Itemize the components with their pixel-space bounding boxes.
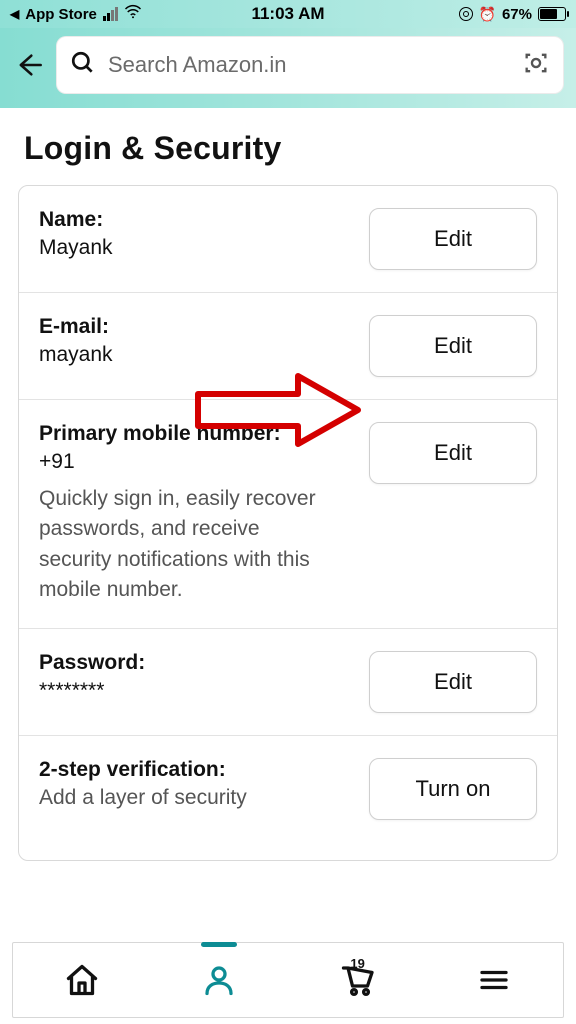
email-label: E-mail: [39, 315, 355, 339]
status-time: 11:03 AM [251, 4, 324, 24]
login-security-card: Name: Mayank Edit E-mail: mayank Edit Pr… [18, 185, 558, 861]
name-label: Name: [39, 208, 355, 232]
phone-value: +91 [39, 450, 355, 474]
app-header: Search Amazon.in [0, 28, 576, 108]
two-step-turn-on-button[interactable]: Turn on [369, 758, 537, 820]
two-step-value: Add a layer of security [39, 786, 355, 810]
wifi-icon [124, 3, 142, 26]
row-email: E-mail: mayank Edit [19, 293, 557, 400]
battery-icon [538, 7, 566, 21]
orientation-lock-icon [459, 7, 473, 21]
back-button[interactable] [12, 48, 46, 82]
two-step-label: 2-step verification: [39, 758, 355, 782]
cellular-signal-icon [103, 7, 118, 21]
back-to-app-label[interactable]: App Store [25, 6, 97, 23]
nav-account[interactable] [191, 952, 247, 1008]
alarm-icon: ⏰ [479, 6, 496, 23]
row-password: Password: ******** Edit [19, 629, 557, 736]
row-name: Name: Mayank Edit [19, 186, 557, 293]
phone-description: Quickly sign in, easily recover password… [39, 484, 319, 606]
battery-percent: 67% [502, 6, 532, 23]
email-value: mayank [39, 343, 355, 367]
row-two-step: 2-step verification: Add a layer of secu… [19, 736, 557, 860]
search-icon [70, 50, 96, 81]
nav-menu[interactable] [466, 952, 522, 1008]
name-value: Mayank [39, 236, 355, 260]
edit-password-button[interactable]: Edit [369, 651, 537, 713]
row-phone: Primary mobile number: +91 Quickly sign … [19, 400, 557, 629]
edit-phone-button[interactable]: Edit [369, 422, 537, 484]
search-placeholder: Search Amazon.in [108, 52, 510, 78]
phone-label: Primary mobile number: [39, 422, 355, 446]
camera-search-icon[interactable] [522, 49, 550, 82]
page-title: Login & Security [0, 108, 576, 185]
nav-cart[interactable]: 19 [329, 952, 385, 1008]
password-label: Password: [39, 651, 355, 675]
status-bar: ◀ App Store 11:03 AM ⏰ 67% [0, 0, 576, 28]
edit-email-button[interactable]: Edit [369, 315, 537, 377]
bottom-nav: 19 [12, 942, 564, 1018]
back-to-app-caret-icon[interactable]: ◀ [10, 7, 19, 21]
search-input[interactable]: Search Amazon.in [56, 36, 564, 94]
edit-name-button[interactable]: Edit [369, 208, 537, 270]
nav-home[interactable] [54, 952, 110, 1008]
cart-count-badge: 19 [350, 956, 364, 971]
password-value: ******** [39, 679, 355, 703]
